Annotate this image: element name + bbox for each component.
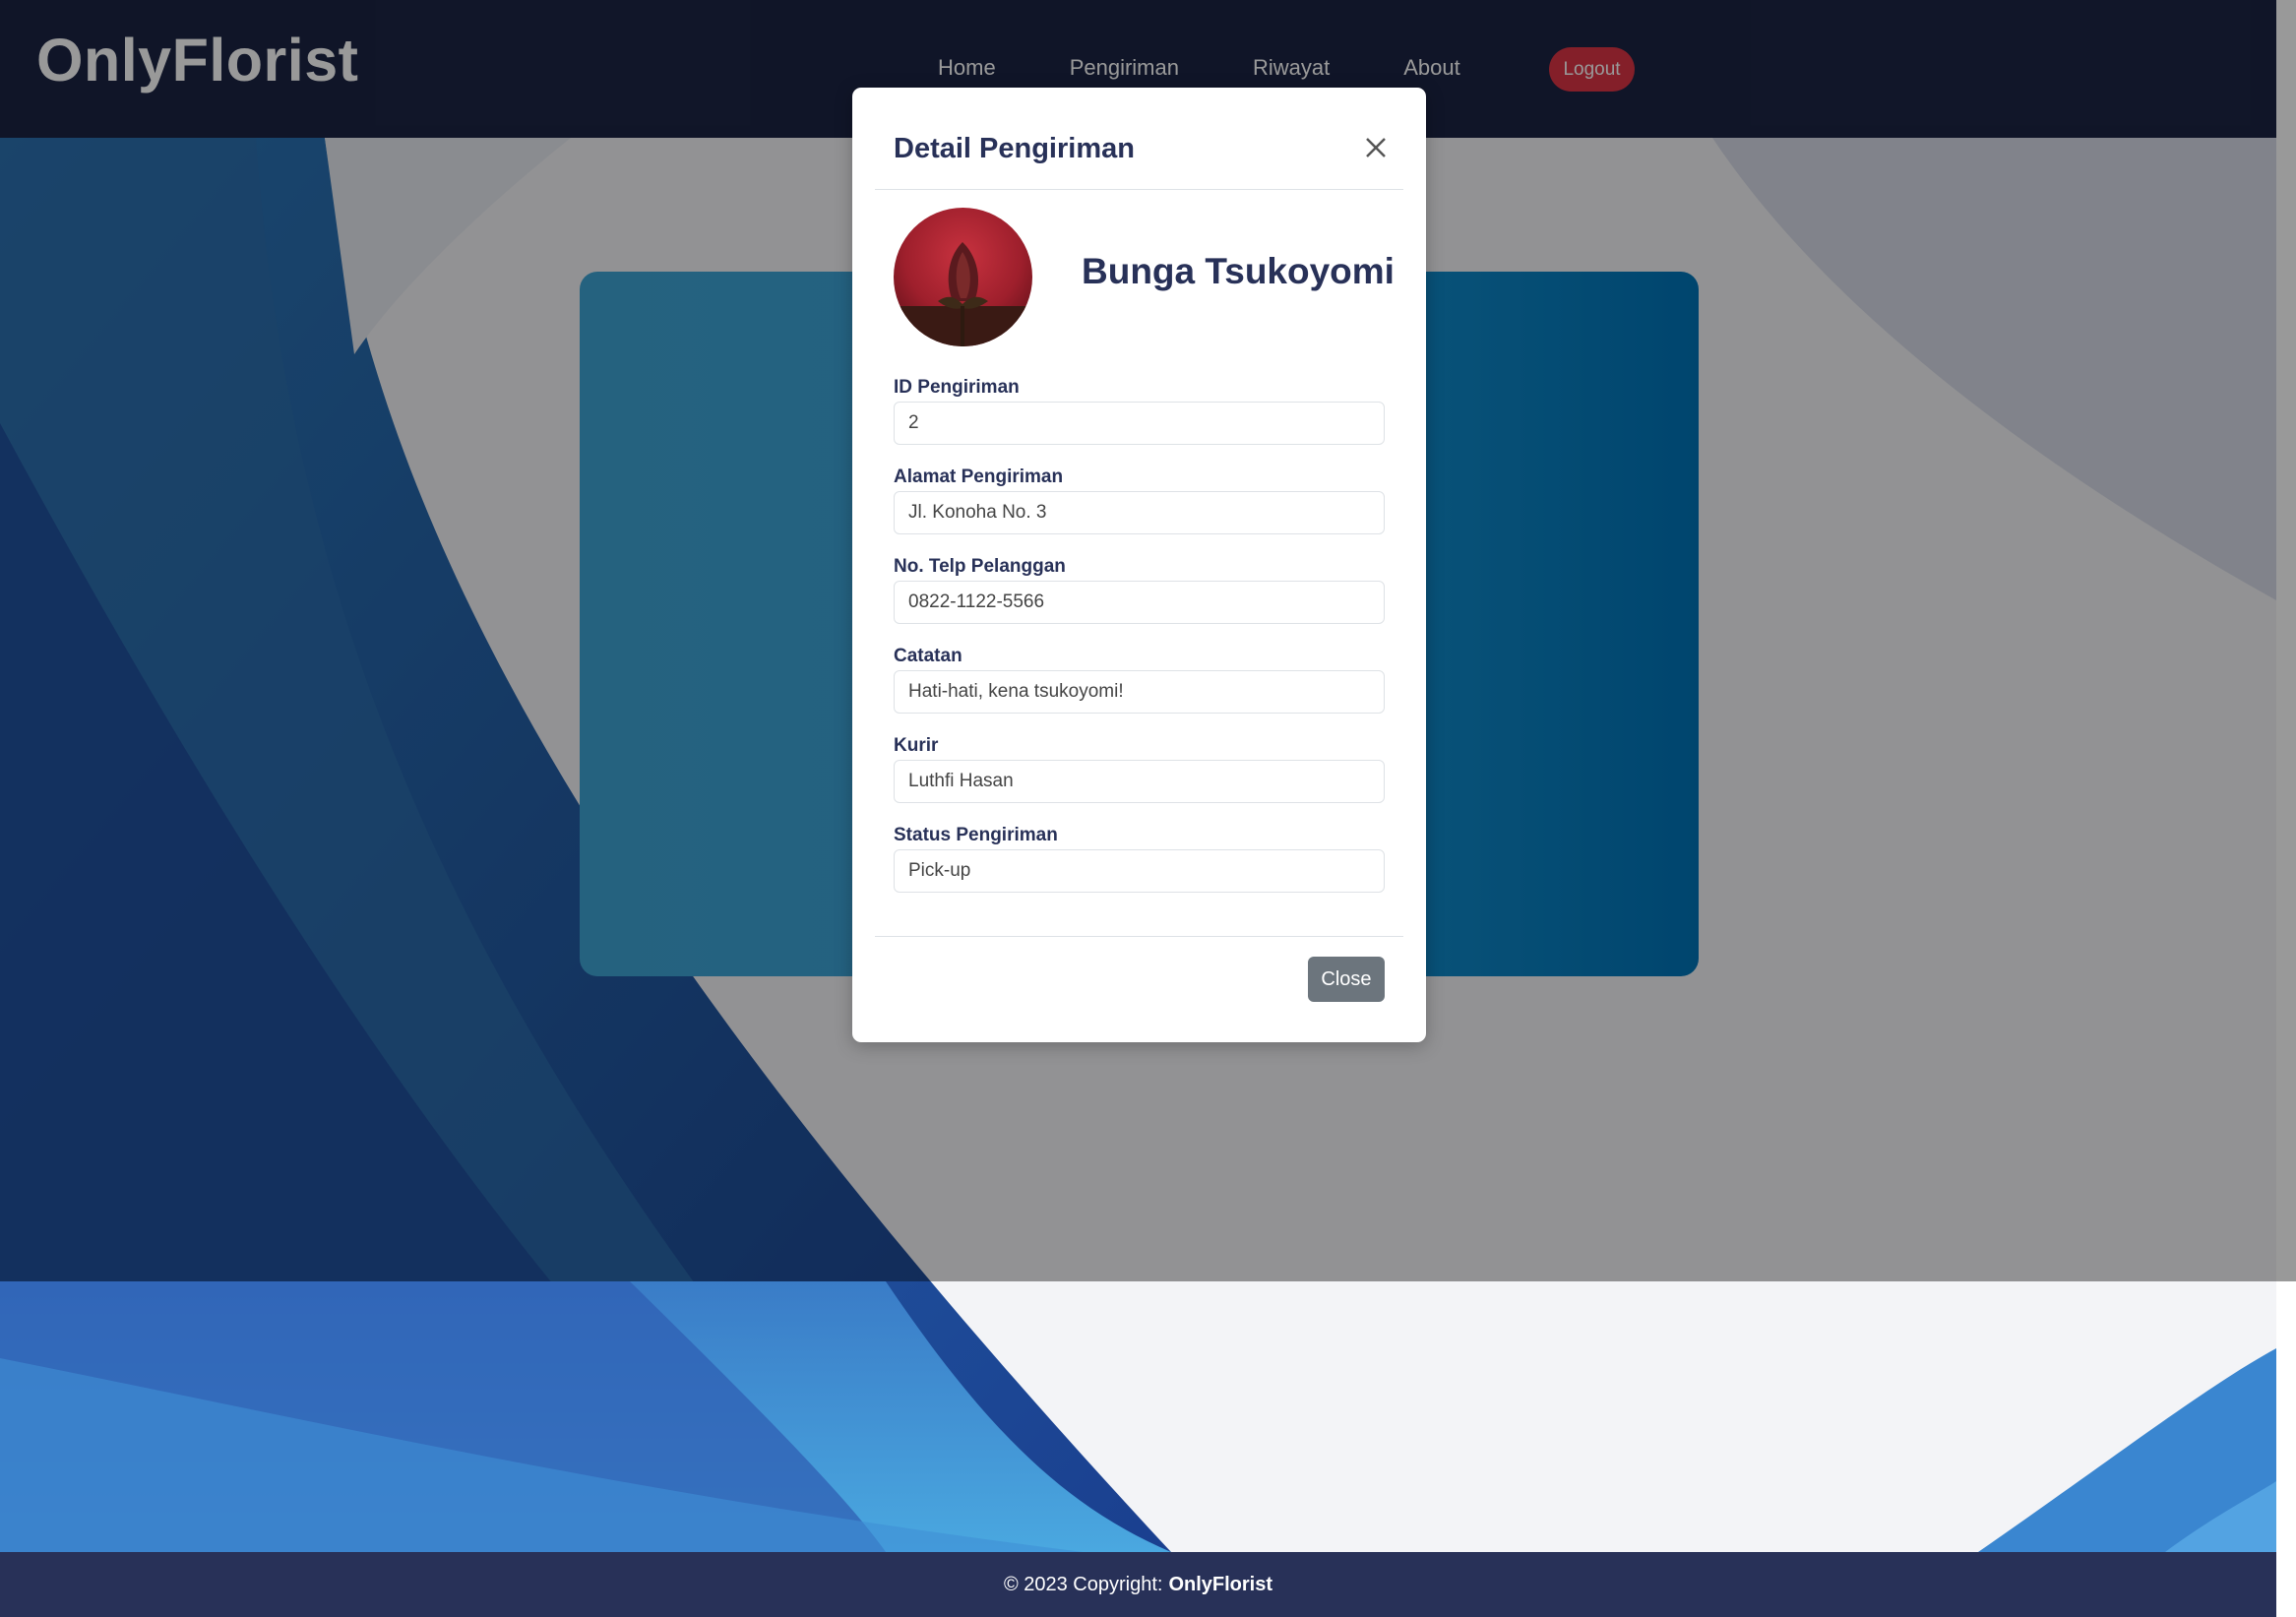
flower-avatar	[894, 208, 1032, 346]
alamat-pengiriman-field[interactable]: Jl. Konoha No. 3	[894, 491, 1385, 534]
close-button[interactable]: Close	[1308, 957, 1385, 1002]
footer-brand: OnlyFlorist	[1168, 1573, 1273, 1595]
header-divider	[875, 189, 1403, 190]
label-status-pengiriman: Status Pengiriman	[894, 825, 1058, 845]
footer: © 2023 Copyright: OnlyFlorist	[0, 1552, 2276, 1617]
footer-divider	[875, 936, 1403, 937]
kurir-field[interactable]: Luthfi Hasan	[894, 760, 1385, 803]
close-icon[interactable]	[1361, 133, 1391, 162]
detail-modal: Detail Pengiriman Bunga Tsukoyomi ID Pen…	[852, 88, 1426, 1042]
modal-header: Detail Pengiriman	[852, 88, 1426, 190]
modal-title: Detail Pengiriman	[894, 133, 1135, 164]
flower-name: Bunga Tsukoyomi	[1082, 251, 1395, 291]
label-alamat-pengiriman: Alamat Pengiriman	[894, 466, 1064, 487]
catatan-field[interactable]: Hati-hati, kena tsukoyomi!	[894, 670, 1385, 714]
label-kurir: Kurir	[894, 735, 939, 756]
id-pengiriman-field[interactable]: 2	[894, 402, 1385, 445]
no-telp-pelanggan-field[interactable]: 0822-1122-5566	[894, 581, 1385, 624]
label-id-pengiriman: ID Pengiriman	[894, 377, 1020, 398]
footer-copyright: © 2023 Copyright:	[1003, 1573, 1163, 1595]
label-no-telp-pelanggan: No. Telp Pelanggan	[894, 556, 1066, 577]
status-pengiriman-field[interactable]: Pick-up	[894, 849, 1385, 893]
label-catatan: Catatan	[894, 646, 962, 666]
